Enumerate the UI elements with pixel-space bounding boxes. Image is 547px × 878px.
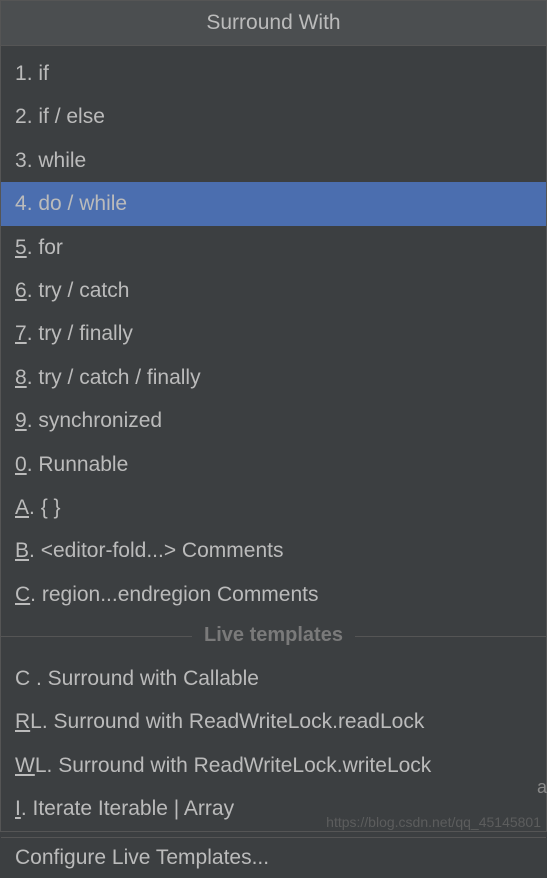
option-label: do / while <box>38 189 127 218</box>
option-label: Surround with ReadWriteLock.readLock <box>54 707 425 736</box>
surround-option[interactable]: 0. Runnable <box>1 443 546 486</box>
option-key: 5. <box>15 233 38 262</box>
surround-option[interactable]: 7. try / finally <box>1 312 546 355</box>
surround-option[interactable]: 6. try / catch <box>1 269 546 312</box>
surround-option[interactable]: C. region...endregion Comments <box>1 573 546 616</box>
option-key: 3. <box>15 146 38 175</box>
option-label: region...endregion Comments <box>42 580 319 609</box>
surround-option[interactable]: 5. for <box>1 226 546 269</box>
option-key: 4. <box>15 189 38 218</box>
option-label: synchronized <box>38 406 162 435</box>
option-key: WL. <box>15 751 58 780</box>
option-key: C . <box>15 664 48 693</box>
surround-option[interactable]: A. { } <box>1 486 546 529</box>
option-label: try / catch <box>38 276 129 305</box>
edge-fragment: a <box>537 777 547 798</box>
live-template-option[interactable]: WL. Surround with ReadWriteLock.writeLoc… <box>1 744 546 787</box>
popup-title-text: Surround With <box>206 11 340 34</box>
option-key: A. <box>15 493 41 522</box>
option-key: 9. <box>15 406 38 435</box>
surround-option[interactable]: 2. if / else <box>1 95 546 138</box>
configure-live-templates[interactable]: Configure Live Templates... <box>1 838 546 878</box>
option-label: if / else <box>38 102 105 131</box>
option-label: try / finally <box>38 319 133 348</box>
option-key: C. <box>15 580 42 609</box>
live-templates-list: C . Surround with CallableRL. Surround w… <box>1 651 546 831</box>
live-templates-divider: Live templates <box>1 624 546 647</box>
option-key: 7. <box>15 319 38 348</box>
option-key: B. <box>15 536 41 565</box>
option-key: I. <box>15 794 33 823</box>
option-key: 8. <box>15 363 38 392</box>
surround-option[interactable]: B. <editor-fold...> Comments <box>1 529 546 572</box>
popup-title: Surround With <box>1 1 546 46</box>
option-key: 0. <box>15 450 38 479</box>
option-label: try / catch / finally <box>38 363 200 392</box>
option-label: { } <box>41 493 61 522</box>
live-template-option[interactable]: C . Surround with Callable <box>1 657 546 700</box>
option-label: Surround with ReadWriteLock.writeLock <box>58 751 431 780</box>
option-key: 6. <box>15 276 38 305</box>
option-label: for <box>38 233 63 262</box>
option-label: Surround with Callable <box>48 664 259 693</box>
option-label: if <box>38 59 49 88</box>
live-templates-label: Live templates <box>192 624 355 646</box>
surround-option[interactable]: 8. try / catch / finally <box>1 356 546 399</box>
surround-option[interactable]: 4. do / while <box>1 182 546 225</box>
option-label: Runnable <box>38 450 128 479</box>
watermark-text: https://blog.csdn.net/qq_45145801 <box>326 814 541 830</box>
option-key: 2. <box>15 102 38 131</box>
option-label: while <box>38 146 86 175</box>
option-label: <editor-fold...> Comments <box>41 536 284 565</box>
surround-option[interactable]: 1. if <box>1 52 546 95</box>
surround-option[interactable]: 3. while <box>1 139 546 182</box>
surround-options-list: 1. if2. if / else3. while4. do / while5.… <box>1 46 546 616</box>
surround-option[interactable]: 9. synchronized <box>1 399 546 442</box>
option-key: RL. <box>15 707 54 736</box>
live-template-option[interactable]: RL. Surround with ReadWriteLock.readLock <box>1 700 546 743</box>
option-key: 1. <box>15 59 38 88</box>
configure-label: Configure Live Templates... <box>15 846 269 869</box>
option-label: Iterate Iterable | Array <box>33 794 235 823</box>
